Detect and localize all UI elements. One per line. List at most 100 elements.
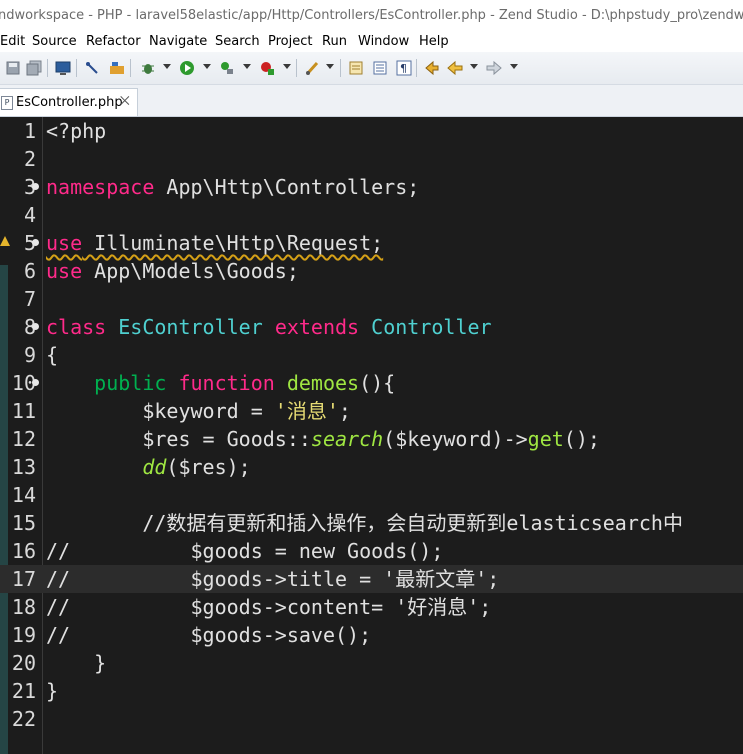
line-number: 20 (11, 651, 36, 675)
line-number: 22 (11, 707, 36, 731)
build-icon[interactable] (108, 60, 124, 76)
last-edit-icon[interactable] (424, 60, 440, 76)
coverage-icon[interactable] (259, 60, 275, 76)
external-tools-icon[interactable] (219, 60, 235, 76)
code-line[interactable]: 2 (0, 145, 743, 173)
code-line[interactable]: 16 // $goods = new Goods(); (0, 537, 743, 565)
code-text: dd($res); (142, 455, 251, 479)
save-icon[interactable] (5, 60, 21, 76)
menu-search[interactable]: Search (215, 34, 260, 49)
line-number: 15 (11, 511, 36, 535)
editor-tab-escontroller[interactable]: P EsController.php ⨉ (0, 88, 138, 116)
code-line[interactable]: 22 (0, 705, 743, 733)
window-title: ndworkspace - PHP - laravel58elastic/app… (0, 8, 743, 23)
code-text: } (46, 651, 107, 675)
code-line[interactable]: 5 use Illuminate\Http\Request; (0, 229, 743, 257)
code-text: $keyword = '消息'; (46, 399, 351, 423)
coverage-dropdown-icon[interactable] (283, 64, 291, 69)
code-line[interactable]: 19 // $goods->save(); (0, 621, 743, 649)
line-number: 1 (23, 119, 36, 143)
bug-dropdown-icon[interactable] (163, 64, 171, 69)
brush-icon[interactable] (305, 60, 321, 76)
code-line[interactable]: 4 (0, 201, 743, 229)
editor-tab-strip: P EsController.php ⨉ (0, 85, 743, 117)
menu-navigate[interactable]: Navigate (149, 34, 207, 49)
code-text: // $goods = new Goods(); (46, 539, 444, 563)
line-number: 6 (23, 259, 36, 283)
external-tools-dropdown-icon[interactable] (243, 64, 251, 69)
code-line[interactable]: 3 namespace App\Http\Controllers; (0, 173, 743, 201)
back-dropdown-icon[interactable] (470, 64, 478, 69)
line-number: 17 (11, 567, 36, 591)
fold-toggle-icon[interactable] (32, 379, 39, 386)
debug-toggle-icon[interactable] (84, 60, 100, 76)
menu-edit[interactable]: Edit (0, 34, 25, 49)
code-editor[interactable]: 1 <?php 2 3 namespace App\Http\Controllers; 4… (0, 117, 743, 754)
code-line[interactable]: 11 $keyword = '消息'; (0, 397, 743, 425)
code-line[interactable]: 20 } (0, 649, 743, 677)
menu-window[interactable]: Window (358, 34, 409, 49)
console-icon[interactable] (55, 60, 71, 76)
line-number: 9 (23, 343, 36, 367)
forward-dropdown-icon[interactable] (510, 64, 518, 69)
close-icon[interactable]: ⨉ (120, 94, 130, 109)
toolbar: ¶ (0, 52, 743, 85)
toolbar-separator (76, 59, 77, 77)
code-line[interactable]: 6 use App\Models\Goods; (0, 257, 743, 285)
svg-text:¶: ¶ (400, 62, 407, 75)
code-line[interactable]: 10 public function demoes(){ (0, 369, 743, 397)
toolbar-separator (130, 59, 131, 77)
code-line[interactable]: 21} (0, 677, 743, 705)
fold-toggle-icon[interactable] (32, 239, 39, 246)
window-title-bar: ndworkspace - PHP - laravel58elastic/app… (0, 0, 743, 32)
code-text: <?php (46, 119, 107, 143)
line-number: 19 (11, 623, 36, 647)
menu-run[interactable]: Run (322, 34, 347, 49)
fold-toggle-icon[interactable] (32, 323, 39, 330)
line-number: 18 (11, 595, 36, 619)
paragraph-icon[interactable]: ¶ (396, 60, 412, 76)
menu-source[interactable]: Source (32, 34, 77, 49)
save-all-icon[interactable] (26, 60, 42, 76)
code-line[interactable]: 17 // $goods->title = '最新文章'; (0, 565, 743, 593)
code-line[interactable]: 14 (0, 481, 743, 509)
warning-icon[interactable] (0, 236, 10, 246)
code-text: use App\Models\Goods; (46, 259, 299, 283)
line-number: 3 (23, 175, 36, 199)
code-line[interactable]: 15 //数据有更新和插入操作，会自动更新到elasticsearch中 (0, 509, 743, 537)
line-number: 11 (11, 399, 36, 423)
php-file-icon: P (1, 96, 13, 110)
menu-refactor[interactable]: Refactor (86, 34, 141, 49)
code-text: { (46, 343, 59, 367)
code-line[interactable]: 1 <?php (0, 117, 743, 145)
code-line[interactable]: 8 class EsController extends Controller (0, 313, 743, 341)
toolbar-separator (296, 59, 297, 77)
run-dropdown-icon[interactable] (203, 64, 211, 69)
code-text: use Illuminate\Http\Request; (46, 231, 384, 255)
code-text: // $goods->title = '最新文章'; (46, 567, 500, 591)
toolbar-separator (340, 59, 341, 77)
back-icon[interactable] (447, 60, 463, 76)
line-number: 16 (11, 539, 36, 563)
code-text: public function demoes(){ (94, 371, 396, 395)
code-line[interactable]: 18 // $goods->content= '好消息'; (0, 593, 743, 621)
code-text: namespace App\Http\Controllers; (46, 175, 420, 199)
forward-icon[interactable] (486, 60, 502, 76)
fold-toggle-icon[interactable] (32, 183, 39, 190)
line-number: 12 (11, 427, 36, 451)
brush-dropdown-icon[interactable] (326, 64, 334, 69)
run-icon[interactable] (179, 60, 195, 76)
menu-project[interactable]: Project (268, 34, 312, 49)
code-line[interactable]: 13 dd($res); (0, 453, 743, 481)
line-number: 21 (11, 679, 36, 703)
code-line[interactable]: 9{ (0, 341, 743, 369)
outline-icon[interactable] (372, 60, 388, 76)
code-text: // $goods->content= '好消息'; (46, 595, 492, 619)
annotate-icon[interactable] (348, 60, 364, 76)
code-line[interactable]: 12 $res = Goods::search($keyword)->get()… (0, 425, 743, 453)
menu-help[interactable]: Help (419, 34, 449, 49)
bug-icon[interactable] (140, 60, 156, 76)
toolbar-separator (47, 59, 48, 77)
code-line[interactable]: 7 (0, 285, 743, 313)
code-text: class EsController extends Controller (46, 315, 492, 339)
